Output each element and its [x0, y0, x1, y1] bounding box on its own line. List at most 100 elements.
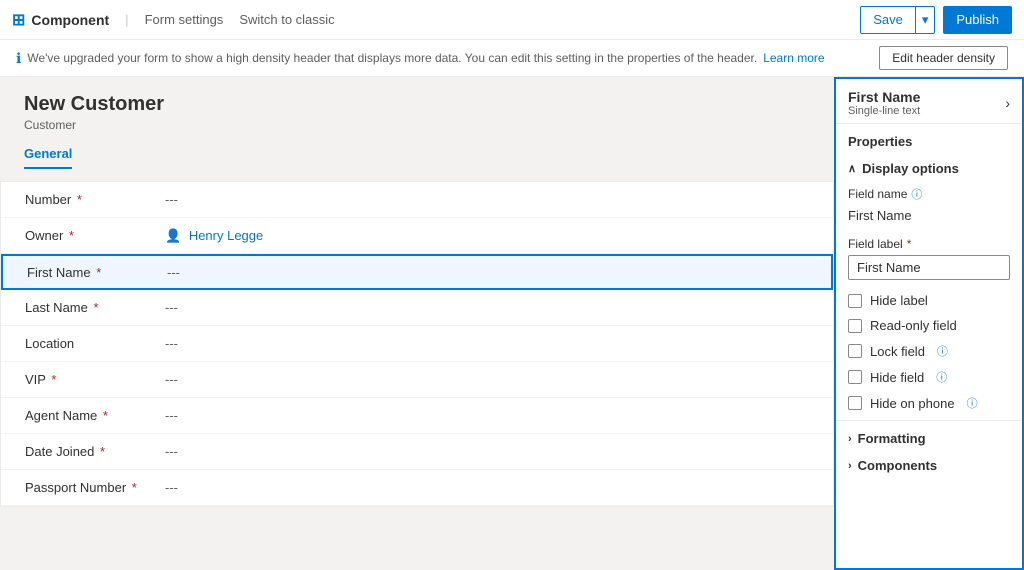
required-indicator: * — [100, 444, 105, 459]
field-value-number: --- — [165, 192, 178, 207]
field-label-group: Field label * — [836, 233, 1022, 288]
field-label-location: Location — [25, 336, 165, 351]
field-label-input[interactable] — [848, 255, 1010, 280]
main-layout: New Customer Customer General Number * -… — [0, 77, 1024, 570]
table-row[interactable]: Owner * 👤 Henry Legge — [1, 218, 833, 254]
hide-field-checkbox-row[interactable]: Hide field ⓘ — [836, 364, 1022, 390]
top-bar-right: Save ▾ Publish — [860, 6, 1012, 34]
required-indicator: * — [51, 372, 56, 387]
table-row[interactable]: Last Name * --- — [1, 290, 833, 326]
panel-chevron-right[interactable]: › — [1005, 95, 1010, 111]
table-row[interactable]: Location --- — [1, 326, 833, 362]
lock-field-checkbox-row[interactable]: Lock field ⓘ — [836, 338, 1022, 364]
table-row[interactable]: Date Joined * --- — [1, 434, 833, 470]
field-name-label: Field name ⓘ — [848, 186, 1010, 202]
field-value-passport: --- — [165, 480, 178, 495]
table-row[interactable]: Number * --- — [1, 182, 833, 218]
table-row[interactable]: VIP * --- — [1, 362, 833, 398]
info-text: We've upgraded your form to show a high … — [27, 51, 757, 65]
required-indicator: * — [69, 228, 74, 243]
save-dropdown-button[interactable]: ▾ — [916, 7, 935, 33]
required-star: * — [907, 237, 912, 251]
right-panel: First Name Single-line text › Properties… — [834, 77, 1024, 570]
form-title: New Customer — [24, 93, 810, 116]
table-row[interactable]: Passport Number * --- — [1, 470, 833, 506]
field-value-vip: --- — [165, 372, 178, 387]
field-name-value: First Name — [848, 206, 1010, 225]
field-label-label: Field label * — [848, 237, 1010, 251]
hide-on-phone-info-icon[interactable]: ⓘ — [967, 395, 978, 411]
hide-label-text: Hide label — [870, 293, 928, 308]
components-label: Components — [858, 458, 937, 473]
edit-header-density-button[interactable]: Edit header density — [879, 46, 1008, 70]
field-value-firstname: --- — [167, 265, 180, 280]
learn-more-link[interactable]: Learn more — [763, 51, 824, 65]
app-logo: ⊞ Component — [12, 10, 109, 30]
table-row[interactable]: Agent Name * --- — [1, 398, 833, 434]
lock-field-info-icon[interactable]: ⓘ — [937, 343, 948, 359]
field-value-lastname: --- — [165, 300, 178, 315]
components-collapse[interactable]: › Components — [836, 452, 1022, 479]
formatting-label: Formatting — [858, 431, 926, 446]
top-bar-left: ⊞ Component | Form settings Switch to cl… — [12, 10, 335, 30]
formatting-collapse[interactable]: › Formatting — [836, 425, 1022, 452]
panel-field-info: First Name Single-line text — [848, 89, 920, 117]
chevron-right-icon-2: › — [848, 460, 852, 472]
hide-on-phone-checkbox-row[interactable]: Hide on phone ⓘ — [836, 390, 1022, 416]
display-options-collapse[interactable]: ∧ Display options — [836, 155, 1022, 182]
info-icon: ℹ — [16, 50, 21, 67]
field-name-info-icon[interactable]: ⓘ — [911, 186, 922, 202]
panel-field-name: First Name — [848, 89, 920, 105]
top-bar: ⊞ Component | Form settings Switch to cl… — [0, 0, 1024, 40]
form-header: New Customer Customer General — [0, 93, 834, 181]
publish-button[interactable]: Publish — [943, 6, 1012, 34]
readonly-field-checkbox[interactable] — [848, 319, 862, 333]
field-label-vip: VIP * — [25, 372, 165, 387]
field-label-lastname: Last Name * — [25, 300, 165, 315]
hide-field-text: Hide field — [870, 370, 924, 385]
owner-name-link[interactable]: Henry Legge — [189, 228, 263, 243]
display-options-label: Display options — [862, 161, 959, 176]
panel-properties-title: Properties — [836, 124, 1022, 155]
lock-field-text: Lock field — [870, 344, 925, 359]
save-button-group[interactable]: Save ▾ — [860, 6, 935, 34]
panel-field-type: Single-line text — [848, 105, 920, 117]
required-indicator: * — [94, 300, 99, 315]
field-label-owner: Owner * — [25, 228, 165, 243]
field-label-number: Number * — [25, 192, 165, 207]
lock-field-checkbox[interactable] — [848, 344, 862, 358]
hide-on-phone-text: Hide on phone — [870, 396, 955, 411]
field-name-group: Field name ⓘ First Name — [836, 182, 1022, 233]
save-button[interactable]: Save — [861, 7, 916, 33]
form-settings-link[interactable]: Form settings — [145, 12, 224, 27]
field-value-owner: 👤 Henry Legge — [165, 228, 263, 244]
form-area: New Customer Customer General Number * -… — [0, 77, 834, 570]
hide-label-checkbox-row[interactable]: Hide label — [836, 288, 1022, 313]
readonly-field-checkbox-row[interactable]: Read-only field — [836, 313, 1022, 338]
switch-classic-link[interactable]: Switch to classic — [239, 12, 334, 27]
divider — [836, 420, 1022, 421]
hide-field-checkbox[interactable] — [848, 370, 862, 384]
hide-on-phone-checkbox[interactable] — [848, 396, 862, 410]
general-tab[interactable]: General — [24, 140, 72, 169]
field-value-agentname: --- — [165, 408, 178, 423]
table-row[interactable]: First Name * --- — [1, 254, 833, 290]
field-label-agentname: Agent Name * — [25, 408, 165, 423]
panel-field-header: First Name Single-line text › — [836, 79, 1022, 124]
required-indicator: * — [103, 408, 108, 423]
field-label-firstname: First Name * — [27, 265, 167, 280]
field-value-location: --- — [165, 336, 178, 351]
field-value-datejoined: --- — [165, 444, 178, 459]
hide-label-checkbox[interactable] — [848, 294, 862, 308]
field-label-datejoined: Date Joined * — [25, 444, 165, 459]
form-subtitle: Customer — [24, 118, 810, 132]
field-label-passport: Passport Number * — [25, 480, 165, 495]
hide-field-info-icon[interactable]: ⓘ — [936, 369, 947, 385]
separator: | — [125, 12, 128, 27]
chevron-right-icon: › — [848, 433, 852, 445]
info-bar-message: ℹ We've upgraded your form to show a hig… — [16, 50, 825, 67]
person-icon: 👤 — [165, 228, 181, 243]
app-title: Component — [31, 12, 109, 28]
required-indicator: * — [132, 480, 137, 495]
form-section: Number * --- Owner * 👤 Henry Legge — [0, 181, 834, 507]
